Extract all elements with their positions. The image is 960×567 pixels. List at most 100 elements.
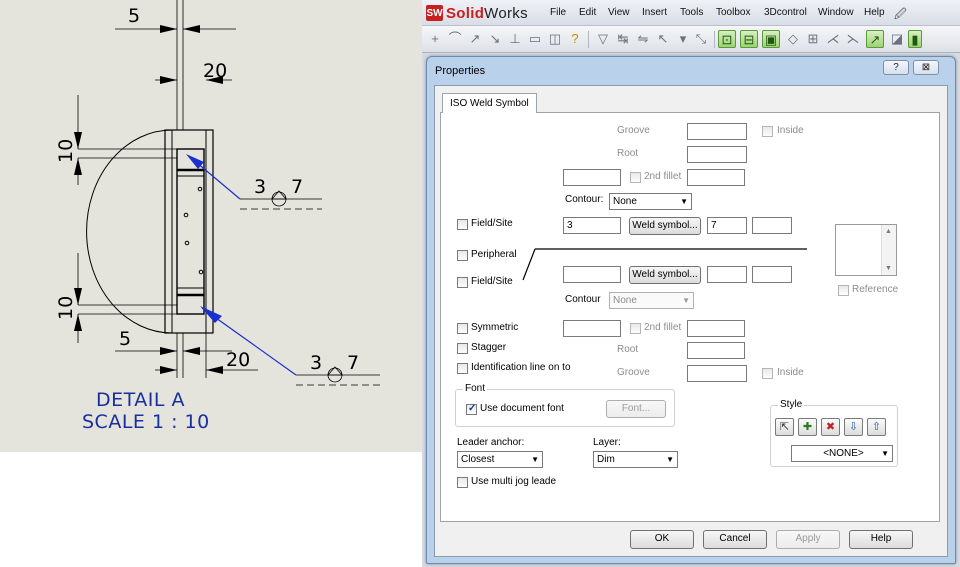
stagger-checkbox[interactable]: [457, 343, 468, 354]
font-group-title: Font: [463, 383, 488, 394]
select-dropdown-icon[interactable]: ▾: [674, 30, 692, 48]
upper-groove-input[interactable]: [687, 123, 747, 140]
menu-help[interactable]: Help: [864, 7, 885, 18]
solidworks-logo[interactable]: SW SolidWorks: [426, 4, 528, 22]
scroll-down-icon[interactable]: ▼: [885, 265, 892, 272]
style-group: Style ⇱ ✚ ✖ ⇩ ⇧ <NONE> ▼: [770, 399, 898, 467]
line-tool-icon[interactable]: ↗: [466, 30, 484, 48]
lower-field-site-checkbox[interactable]: [457, 277, 468, 288]
font-group: Font Use document font Font...: [455, 383, 675, 427]
upper-2nd-fillet-input[interactable]: [687, 169, 745, 186]
hatch-tool-icon[interactable]: ◫: [546, 30, 564, 48]
menu-insert[interactable]: Insert: [642, 7, 667, 18]
upper-2nd-fillet-checkbox[interactable]: [630, 172, 641, 183]
help-button[interactable]: Help: [849, 530, 913, 549]
symmetric-label: Symmetric: [471, 322, 519, 333]
cancel-button[interactable]: Cancel: [703, 530, 767, 549]
point-tool-icon[interactable]: +: [426, 30, 444, 48]
style-save-icon[interactable]: ⇩: [844, 418, 863, 436]
style-update-icon[interactable]: ✚: [798, 418, 817, 436]
smart-dim-icon[interactable]: ↹: [614, 30, 632, 48]
filter-vertices-icon[interactable]: ⊡: [718, 30, 736, 48]
filter-welds-icon[interactable]: ↗: [866, 30, 884, 48]
filter-surfaces-icon[interactable]: ◇: [784, 30, 802, 48]
lower-groove-input[interactable]: [687, 365, 747, 382]
rapid-dim-icon[interactable]: ⇋: [634, 30, 652, 48]
filter-points-icon[interactable]: ⋋: [844, 30, 862, 48]
lower-inside-checkbox[interactable]: [762, 368, 773, 379]
weld-top-length: 7: [291, 176, 303, 198]
lower-root-label: Root: [617, 344, 639, 355]
properties-dialog: Properties ? ⊠ ISO Weld Symbol Groove In…: [426, 56, 956, 564]
scroll-up-icon[interactable]: ▲: [885, 228, 892, 235]
menu-window[interactable]: Window: [818, 7, 854, 18]
reference-listbox[interactable]: ▲ ▼: [835, 224, 897, 276]
filter-axes-icon[interactable]: ⊞: [804, 30, 822, 48]
upper-length-input[interactable]: 7: [707, 217, 747, 234]
menu-file[interactable]: File: [550, 7, 566, 18]
upper-field-site-checkbox[interactable]: [457, 219, 468, 230]
menu-bar: SW SolidWorks File Edit View Insert Tool…: [422, 0, 960, 26]
filter-faces-icon[interactable]: ▣: [762, 30, 780, 48]
upper-contour-select[interactable]: None ▼: [609, 193, 692, 210]
perpendicular-tool-icon[interactable]: ⊥: [506, 30, 524, 48]
lower-root-input[interactable]: [687, 342, 745, 359]
lower-weld-symbol-button[interactable]: Weld symbol...: [629, 266, 701, 284]
dialog-body: ISO Weld Symbol Groove Inside Root 2nd f…: [434, 85, 948, 557]
centerline-tool-icon[interactable]: ↘: [486, 30, 504, 48]
tab-panel: Groove Inside Root 2nd fillet Contour: N…: [440, 112, 940, 522]
upper-fillet-size-input[interactable]: [563, 169, 621, 186]
block-tool-icon[interactable]: ▭: [526, 30, 544, 48]
menu-tools[interactable]: Tools: [680, 7, 703, 18]
selection-filter-icon[interactable]: ⤡: [692, 30, 710, 48]
layer-select[interactable]: Dim ▼: [593, 451, 678, 468]
filter-tool-icon[interactable]: ▽: [594, 30, 612, 48]
upper-root-input[interactable]: [687, 146, 747, 163]
upper-weld-symbol-button[interactable]: Weld symbol...: [629, 217, 701, 235]
upper-field-site-label: Field/Site: [471, 218, 513, 229]
lower-2nd-fillet-input[interactable]: [687, 320, 745, 337]
select-icon[interactable]: ↖: [654, 30, 672, 48]
filter-edges-icon[interactable]: ⊟: [740, 30, 758, 48]
menu-toolbox[interactable]: Toolbox: [716, 7, 750, 18]
style-delete-icon[interactable]: ✖: [821, 418, 840, 436]
lower-pitch-input[interactable]: [752, 266, 792, 283]
menu-edit[interactable]: Edit: [579, 7, 596, 18]
use-document-font-checkbox[interactable]: [466, 403, 477, 415]
lower-2nd-fillet-label: 2nd fillet: [644, 322, 682, 333]
apply-button[interactable]: Apply: [776, 530, 840, 549]
peripheral-checkbox[interactable]: [457, 250, 468, 261]
reference-label: Reference: [852, 284, 899, 295]
lower-2nd-fillet-checkbox[interactable]: [630, 323, 641, 334]
hint-tool-icon[interactable]: ?: [566, 30, 584, 48]
filter-extra-icon[interactable]: ▮: [908, 30, 922, 48]
identification-line-checkbox[interactable]: [457, 363, 468, 374]
symmetric-checkbox[interactable]: [457, 323, 468, 334]
reference-checkbox[interactable]: [838, 285, 849, 296]
tab-iso-weld-symbol[interactable]: ISO Weld Symbol: [442, 93, 537, 113]
lower-length-input[interactable]: [707, 266, 747, 283]
dim-top-20: 20: [203, 60, 227, 82]
lower-weld-size-input[interactable]: [563, 266, 621, 283]
lower-contour-select[interactable]: None ▼: [609, 292, 694, 309]
filter-notes-icon[interactable]: ◪: [888, 30, 906, 48]
arc-tool-icon[interactable]: ⌒: [446, 30, 464, 48]
filter-planes-icon[interactable]: ⋌: [824, 30, 842, 48]
style-add-icon[interactable]: ⇱: [775, 418, 794, 436]
help-title-button[interactable]: ?: [883, 60, 909, 75]
pin-icon[interactable]: 🖉: [894, 5, 907, 26]
style-load-icon[interactable]: ⇧: [867, 418, 886, 436]
upper-weld-size-input[interactable]: 3: [563, 217, 621, 234]
style-select[interactable]: <NONE> ▼: [791, 445, 893, 462]
ok-button[interactable]: OK: [630, 530, 694, 549]
leader-anchor-label: Leader anchor:: [457, 437, 525, 448]
upper-inside-checkbox[interactable]: [762, 126, 773, 137]
leader-anchor-select[interactable]: Closest ▼: [457, 451, 543, 468]
close-title-button[interactable]: ⊠: [913, 60, 939, 75]
multi-jog-checkbox[interactable]: [457, 477, 468, 488]
lower-fillet-size-input[interactable]: [563, 320, 621, 337]
upper-pitch-input[interactable]: [752, 217, 792, 234]
menu-3dcontrol[interactable]: 3Dcontrol: [764, 7, 807, 18]
font-button[interactable]: Font...: [606, 400, 666, 418]
menu-view[interactable]: View: [608, 7, 630, 18]
